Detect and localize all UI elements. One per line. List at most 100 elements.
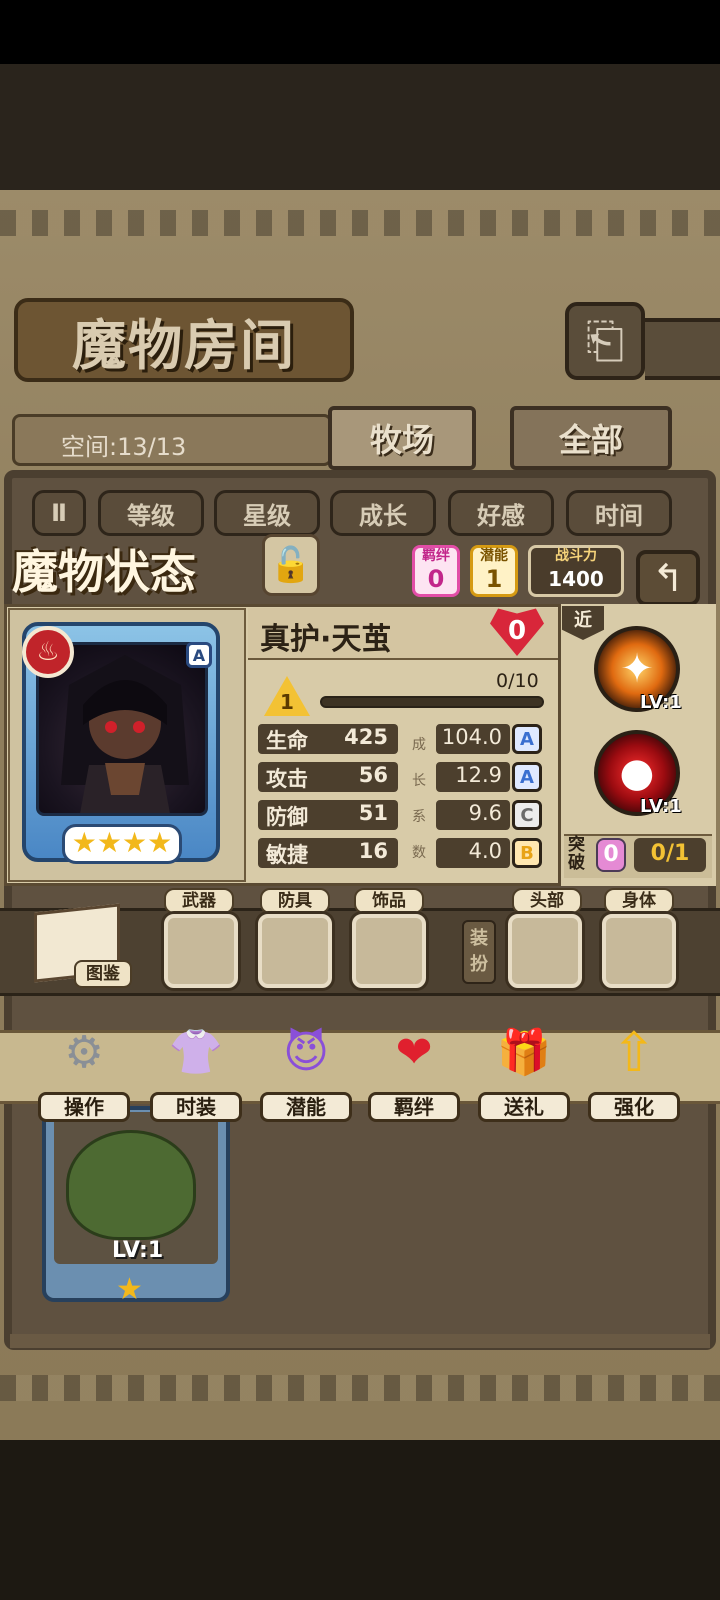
potential-value: 1 [485, 565, 503, 593]
accessory-slot[interactable] [352, 914, 426, 988]
armor-slot-label: 防具 [260, 888, 330, 914]
padlock-icon: 🔓 [269, 545, 313, 585]
accessory-slot-label: 饰品 [354, 888, 424, 914]
action-label: 潜能 [260, 1092, 352, 1122]
stat-label: 防御 [266, 805, 308, 829]
tab-all[interactable]: 全部 [510, 406, 672, 470]
growth-label-char: 数 [412, 845, 426, 861]
growth-hp: 104.0 [436, 724, 510, 754]
body-slot-label: 身体 [604, 888, 674, 914]
status-back-button[interactable]: ↰ [636, 550, 700, 606]
page-title: 魔物房间 [72, 313, 296, 377]
torn-edge-bottom [0, 1375, 720, 1401]
card-star-icon: ★ [116, 1272, 143, 1307]
armor-slot[interactable] [258, 914, 332, 988]
monster-rank-badge: A [186, 642, 212, 668]
outfit-label: 装扮 [462, 920, 496, 984]
potential-button[interactable]: 😈 潜能 [260, 1010, 352, 1126]
bond-badge: 羁绊 0 [412, 545, 460, 597]
growth-label-char: 成 [412, 737, 426, 753]
exp-text: 0/10 [496, 670, 539, 692]
action-label: 操作 [38, 1092, 130, 1122]
status-section-title: 魔物状态 [12, 545, 196, 599]
back-button[interactable]: ⎗ [565, 302, 645, 380]
action-label: 时装 [150, 1092, 242, 1122]
sort-growth-button[interactable]: 成长 [330, 490, 436, 536]
grade-badge-hp: A [512, 724, 542, 754]
grade-badge-defense: C [512, 800, 542, 830]
sort-affection-button[interactable]: 好感 [448, 490, 554, 536]
breakthrough-label: 突破 [568, 835, 585, 873]
sort-time-button[interactable]: 时间 [566, 490, 672, 536]
affection-value: 0 [507, 616, 527, 646]
power-value: 1400 [548, 567, 604, 591]
clothes-icon: 👚 [168, 1027, 224, 1078]
potential-badge: 潜能 1 [470, 545, 518, 597]
stat-hp: 生命 425 [258, 724, 398, 754]
breakthrough-value: 0 [596, 838, 626, 872]
stat-value: 16 [358, 839, 388, 863]
skill-glyph: ● [619, 750, 655, 796]
fashion-button[interactable]: 👚 时装 [150, 1010, 242, 1126]
action-label: 送礼 [478, 1092, 570, 1122]
growth-attack: 12.9 [436, 762, 510, 792]
growth-agility: 4.0 [436, 838, 510, 868]
growth-label-char: 长 [412, 773, 426, 789]
operate-button[interactable]: ⚙ 操作 [38, 1010, 130, 1126]
stat-label: 攻击 [266, 767, 308, 791]
growth-defense: 9.6 [436, 800, 510, 830]
top-background [0, 64, 720, 190]
bond-button[interactable]: ❤ 羁绊 [368, 1010, 460, 1126]
stat-value: 51 [358, 801, 388, 825]
book-label[interactable]: 图鉴 [74, 960, 132, 988]
breakthrough-count: 0/1 [634, 838, 706, 872]
stat-value: 56 [358, 763, 388, 787]
grade-badge-attack: A [512, 762, 542, 792]
stat-attack: 攻击 56 [258, 762, 398, 792]
upgrade-arrows-icon: ⇧ [611, 1020, 657, 1084]
power-badge: 战斗力 1400 [528, 545, 624, 597]
head-slot-label: 头部 [512, 888, 582, 914]
weapon-slot[interactable] [164, 914, 238, 988]
power-label: 战斗力 [555, 548, 597, 564]
sort-order-toggle[interactable]: Ⅱ [32, 490, 86, 536]
return-arrow-icon: ↰ [652, 556, 684, 600]
bond-label: 羁绊 [422, 548, 450, 564]
tab-ranch[interactable]: 牧场 [328, 406, 476, 470]
space-counter: 空间:13/13 [12, 414, 332, 466]
status-bar-area [0, 0, 720, 64]
potential-label: 潜能 [480, 548, 508, 564]
enhance-button[interactable]: ⇧ 强化 [588, 1010, 680, 1126]
lock-button[interactable]: 🔓 [262, 534, 320, 596]
demon-icon: 😈 [283, 1026, 329, 1078]
skill-level: LV:1 [640, 796, 682, 817]
sort-level-button[interactable]: 等级 [98, 490, 204, 536]
stat-label: 敏捷 [266, 843, 308, 867]
exp-bar [320, 696, 544, 708]
grade-badge-agility: B [512, 838, 542, 868]
green-monster-sprite [66, 1130, 196, 1240]
monster-stars: ★★★★ [62, 824, 182, 864]
bond-value: 0 [427, 565, 445, 593]
skill-level: LV:1 [640, 692, 682, 713]
gift-button[interactable]: 🎁 送礼 [478, 1010, 570, 1126]
sort-star-button[interactable]: 星级 [214, 490, 320, 536]
action-label: 强化 [588, 1092, 680, 1122]
growth-label-char: 系 [412, 809, 426, 825]
bottom-background [0, 1440, 720, 1600]
stat-label: 生命 [266, 729, 308, 753]
hearts-icon: ❤ [395, 1026, 433, 1078]
torn-edge-top [0, 210, 720, 236]
action-label: 羁绊 [368, 1092, 460, 1122]
grid-bottom-border [10, 1334, 710, 1348]
back-arrow-icon: ⎗ [585, 312, 625, 369]
body-slot[interactable] [602, 914, 676, 988]
weapon-slot-label: 武器 [164, 888, 234, 914]
stat-value: 425 [344, 725, 388, 749]
head-slot[interactable] [508, 914, 582, 988]
gift-icon: 🎁 [496, 1027, 552, 1078]
stat-agility: 敏捷 16 [258, 838, 398, 868]
fire-element-icon: ♨ [22, 626, 74, 678]
page-title-banner: 魔物房间 [14, 298, 354, 382]
skill-glyph: ✦ [620, 646, 654, 692]
